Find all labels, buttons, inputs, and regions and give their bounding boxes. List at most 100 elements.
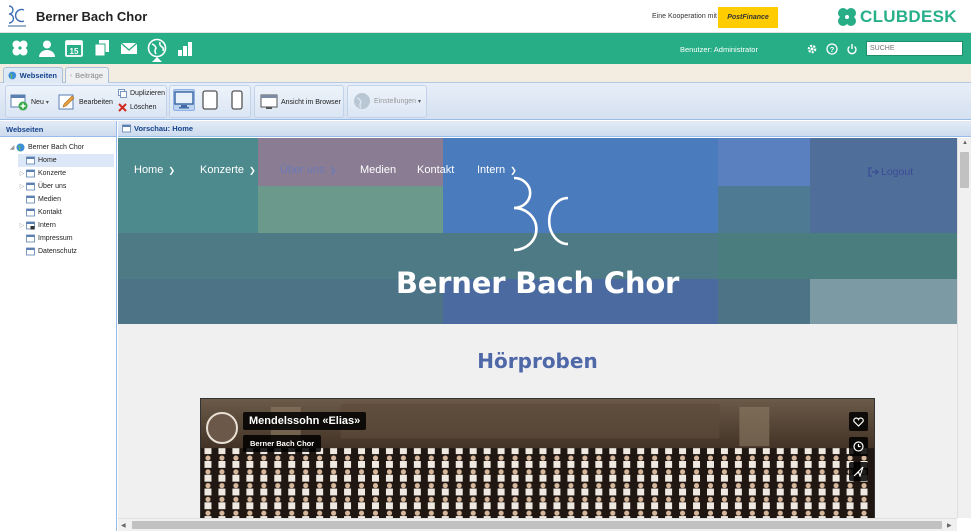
scroll-right-icon[interactable]: ▶ (947, 522, 952, 529)
page-icon (26, 234, 35, 243)
logout-link[interactable]: Logout (868, 166, 913, 178)
documents-icon[interactable] (93, 39, 111, 57)
preview-title: Vorschau: Home (134, 124, 194, 133)
chevron-down-icon: ❯ (168, 165, 176, 175)
tree-root-label: Berner Bach Chor (28, 144, 85, 151)
video-embed[interactable]: Mendelssohn «Elias» Berner Bach Chor (200, 398, 875, 518)
partner-logo[interactable]: PostFinance (718, 7, 778, 28)
page-icon (26, 247, 35, 256)
delete-button[interactable]: Löschen (118, 103, 156, 112)
website-preview[interactable]: Home ❯ Konzerte ❯ Über uns ❯ Medien Kontakt… (118, 138, 957, 518)
heart-icon (853, 416, 864, 427)
site-nav-konzerte[interactable]: Konzerte ❯ (200, 164, 256, 176)
tree-item-impressum[interactable]: Impressum (18, 232, 114, 245)
user-icon[interactable] (38, 39, 56, 57)
mobile-view-button[interactable] (226, 89, 248, 111)
tab-beitraege[interactable]: Beiträge (65, 67, 109, 83)
tree-item-kontakt[interactable]: Kontakt (18, 206, 114, 219)
cooperation-text: Eine Kooperation mit (652, 13, 717, 20)
view-in-browser-label: Ansicht im Browser (281, 98, 341, 106)
tree-item-label: Konzerte (38, 170, 67, 177)
clubdesk-logo[interactable]: CLUBDESK (836, 6, 957, 28)
site-nav-medien[interactable]: Medien (360, 164, 396, 176)
tree-item-konzerte[interactable]: ▷ Konzerte (18, 167, 114, 180)
website-globe-icon[interactable] (147, 38, 167, 58)
chevron-down-icon: ❯ (249, 165, 256, 175)
posts-icon (70, 74, 73, 77)
tree-item-medien[interactable]: Medien (18, 193, 114, 206)
like-button[interactable] (849, 412, 868, 431)
power-icon[interactable] (846, 43, 858, 55)
tree-item-label: Home (38, 157, 57, 164)
tab-webseiten[interactable]: Webseiten (3, 67, 63, 83)
watch-later-button[interactable] (849, 437, 868, 456)
page-icon (122, 124, 131, 133)
org-name: Berner Bach Chor (36, 9, 148, 24)
page-icon (26, 195, 35, 204)
new-button[interactable]: Neu ▾ (10, 93, 49, 111)
preview-panel: Vorschau: Home Home ❯ Konzerte ❯ Über uns ❯… (118, 121, 971, 531)
search-input[interactable] (866, 41, 963, 56)
chevron-down-icon: ▾ (418, 98, 422, 105)
tree-item-intern[interactable]: ▷ Intern (18, 219, 114, 232)
tablet-icon (202, 90, 218, 110)
tree-item-label: Über uns (38, 183, 67, 190)
chevron-down-icon: ▾ (45, 99, 49, 106)
scroll-up-icon[interactable]: ▲ (962, 140, 968, 146)
site-nav-home[interactable]: Home ❯ (134, 164, 175, 176)
site-nav-kontakt[interactable]: Kontakt (417, 164, 454, 176)
tree-root[interactable]: ◢ Berner Bach Chor (8, 141, 116, 154)
tree-item-datenschutz[interactable]: Datenschutz (18, 245, 114, 258)
page-tree-title: Webseiten (0, 121, 116, 137)
scroll-left-icon[interactable]: ◀ (121, 522, 126, 529)
vertical-scrollbar[interactable]: ▲ (957, 138, 971, 518)
calendar-day: 15 (70, 47, 79, 56)
tree-item-home[interactable]: Home (18, 154, 114, 167)
page-icon (26, 208, 35, 217)
mail-icon[interactable] (120, 39, 138, 57)
horizontal-scrollbar[interactable]: ◀ ▶ (118, 518, 957, 531)
bach-chor-logo (513, 176, 569, 252)
edit-button[interactable]: Bearbeiten (58, 93, 113, 111)
expand-arrow-icon[interactable]: ▷ (18, 183, 26, 190)
edit-label: Bearbeiten (79, 98, 113, 106)
view-in-browser-button[interactable]: Ansicht im Browser (260, 93, 341, 111)
share-icon (853, 466, 864, 477)
tree-item-label: Datenschutz (38, 248, 77, 255)
share-button[interactable] (849, 462, 868, 481)
tab-bar: Webseiten Beiträge (0, 64, 971, 83)
finance-icon[interactable] (176, 39, 194, 57)
horizontal-scroll-thumb[interactable] (132, 521, 942, 529)
page-icon (26, 156, 35, 165)
site-nav-ueber-uns[interactable]: Über uns ❯ (280, 164, 336, 176)
active-nav-indicator (152, 57, 162, 62)
settings-button[interactable]: Einstellungen ▾ (353, 92, 421, 110)
edit-page-icon (58, 94, 75, 110)
svg-text:?: ? (830, 45, 835, 54)
channel-avatar[interactable] (206, 412, 238, 444)
hero-title: Berner Bach Chor (395, 266, 680, 300)
mobile-icon (231, 90, 243, 110)
duplicate-button[interactable]: Duplizieren (118, 89, 165, 98)
vertical-scroll-thumb[interactable] (960, 152, 969, 188)
clover-icon[interactable] (11, 39, 29, 57)
preview-header: Vorschau: Home (118, 121, 971, 137)
calendar-icon[interactable]: 15 (65, 39, 83, 57)
tree-item-label: Impressum (38, 235, 73, 242)
tablet-view-button[interactable] (199, 89, 221, 111)
tree-item-ueber-uns[interactable]: ▷ Über uns (18, 180, 114, 193)
expand-arrow-icon[interactable]: ▷ (18, 222, 26, 229)
collapse-arrow-icon[interactable]: ◢ (8, 144, 16, 151)
page-tree-panel: Webseiten ◢ Berner Bach Chor Home ▷ Konz… (0, 121, 117, 531)
app-header: Berner Bach Chor Eine Kooperation mit Po… (0, 0, 971, 33)
new-label: Neu (31, 98, 44, 106)
gear-icon[interactable] (806, 43, 818, 55)
video-title[interactable]: Mendelssohn «Elias» (243, 412, 367, 430)
video-channel[interactable]: Berner Bach Chor (243, 435, 322, 452)
clover-icon (838, 8, 856, 26)
desktop-view-button[interactable] (173, 89, 195, 111)
settings-label: Einstellungen (374, 97, 417, 105)
expand-arrow-icon[interactable]: ▷ (18, 170, 26, 177)
help-icon[interactable]: ? (826, 43, 838, 55)
main-navigation: 15 Benutzer: Administrator ? (0, 33, 971, 64)
